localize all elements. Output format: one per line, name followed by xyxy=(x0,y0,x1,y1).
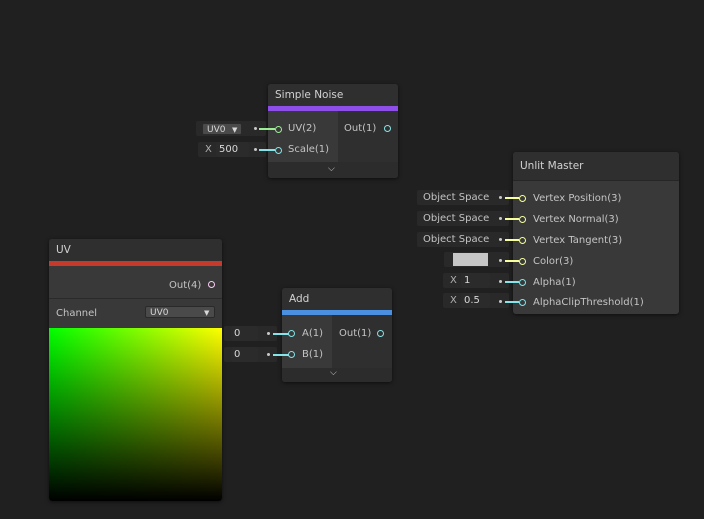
clip-value-input[interactable]: 0.5 xyxy=(461,293,490,308)
a-connector-dot xyxy=(267,332,270,335)
add-port-area xyxy=(332,315,392,368)
vertex-tangent-connector-dot xyxy=(499,238,502,241)
uv-channel-dropdown[interactable]: UV0 ▼ xyxy=(202,123,242,135)
simple-noise-port-area xyxy=(338,111,398,162)
b-value-input[interactable]: 0 xyxy=(231,347,258,362)
color-swatch[interactable] xyxy=(453,253,488,266)
uv-node[interactable]: UV Out(4) Channel UV0 ▼ xyxy=(49,239,222,501)
chevron-down-icon[interactable]: ⌵ xyxy=(328,164,335,174)
alpha-label: Alpha(1) xyxy=(533,277,576,288)
dropdown-arrow-icon: ▼ xyxy=(204,309,210,317)
scale-wire xyxy=(259,149,275,151)
vertex-normal-label: Vertex Normal(3) xyxy=(533,214,619,225)
scale-connector-dot xyxy=(254,148,257,151)
vertex-position-port[interactable] xyxy=(519,195,526,202)
channel-dropdown[interactable]: UV0 ▼ xyxy=(145,306,215,318)
uv-input-label: UV(2) xyxy=(288,123,317,134)
a-input-label: A(1) xyxy=(302,328,324,339)
uv-output-port[interactable] xyxy=(208,281,215,288)
vertex-normal-space[interactable]: Object Space xyxy=(417,211,509,226)
b-connector-dot xyxy=(267,353,270,356)
b-wire xyxy=(273,354,289,356)
a-input-port[interactable] xyxy=(288,330,295,337)
chevron-down-icon[interactable]: ⌵ xyxy=(330,368,337,378)
alpha-axis-label: X xyxy=(450,275,457,286)
uv-accent-bar xyxy=(49,261,222,266)
color-connector-dot xyxy=(499,259,502,262)
vertex-tangent-wire xyxy=(505,239,519,241)
alpha-clip-label: AlphaClipThreshold(1) xyxy=(533,297,644,308)
uv-node-divider xyxy=(49,298,222,299)
scale-input-port[interactable] xyxy=(275,147,282,154)
b-input-label: B(1) xyxy=(302,349,324,360)
vertex-normal-port[interactable] xyxy=(519,216,526,223)
alpha-value-input[interactable]: 1 xyxy=(461,273,490,288)
color-wire xyxy=(505,260,519,262)
alpha-port[interactable] xyxy=(519,279,526,286)
vertex-normal-connector-dot xyxy=(499,217,502,220)
clip-axis-label: X xyxy=(450,295,457,306)
scale-axis-label: X xyxy=(205,144,212,155)
vertex-normal-wire xyxy=(505,218,519,220)
scale-input-label: Scale(1) xyxy=(288,144,330,155)
alpha-wire xyxy=(505,281,519,283)
a-wire xyxy=(273,333,289,335)
channel-label: Channel xyxy=(56,308,98,319)
color-port[interactable] xyxy=(519,258,526,265)
add-footer xyxy=(282,368,392,382)
vertex-position-label: Vertex Position(3) xyxy=(533,193,622,204)
vertex-tangent-label: Vertex Tangent(3) xyxy=(533,235,623,246)
uv-input-port[interactable] xyxy=(275,126,282,133)
simple-noise-output-port[interactable] xyxy=(384,125,391,132)
channel-value: UV0 xyxy=(150,308,169,318)
a-value-input[interactable]: 0 xyxy=(231,326,258,341)
b-input-port[interactable] xyxy=(288,351,295,358)
uv-preview xyxy=(49,328,222,501)
vertex-position-wire xyxy=(505,197,519,199)
scale-value-input[interactable]: 500 xyxy=(216,142,249,157)
add-node[interactable]: Add A(1) B(1) Out(1) ⌵ xyxy=(282,288,392,382)
add-output-port[interactable] xyxy=(377,330,384,337)
color-label: Color(3) xyxy=(533,256,574,267)
clip-wire xyxy=(505,301,519,303)
simple-noise-title: Simple Noise xyxy=(268,84,398,106)
alpha-connector-dot xyxy=(499,280,502,283)
uv-output-label: Out(4) xyxy=(169,280,202,291)
alpha-clip-port[interactable] xyxy=(519,299,526,306)
unlit-master-node[interactable]: Unlit Master Vertex Position(3) Vertex N… xyxy=(513,152,679,314)
dropdown-arrow-icon: ▼ xyxy=(232,126,238,134)
vertex-tangent-space[interactable]: Object Space xyxy=(417,232,509,247)
simple-noise-output-label: Out(1) xyxy=(344,123,377,134)
uv-wire xyxy=(259,128,275,130)
clip-connector-dot xyxy=(499,300,502,303)
add-output-label: Out(1) xyxy=(339,328,372,339)
vertex-tangent-port[interactable] xyxy=(519,237,526,244)
add-node-title: Add xyxy=(282,288,392,310)
uv-connector-dot xyxy=(254,127,257,130)
unlit-master-title: Unlit Master xyxy=(513,152,679,180)
vertex-position-connector-dot xyxy=(499,196,502,199)
unlit-master-divider xyxy=(513,180,679,181)
uv-node-title: UV xyxy=(49,239,222,261)
uv-dropdown-value: UV0 xyxy=(207,125,226,135)
vertex-position-space[interactable]: Object Space xyxy=(417,190,509,205)
simple-noise-node[interactable]: Simple Noise UV(2) Scale(1) Out(1) ⌵ xyxy=(268,84,398,178)
